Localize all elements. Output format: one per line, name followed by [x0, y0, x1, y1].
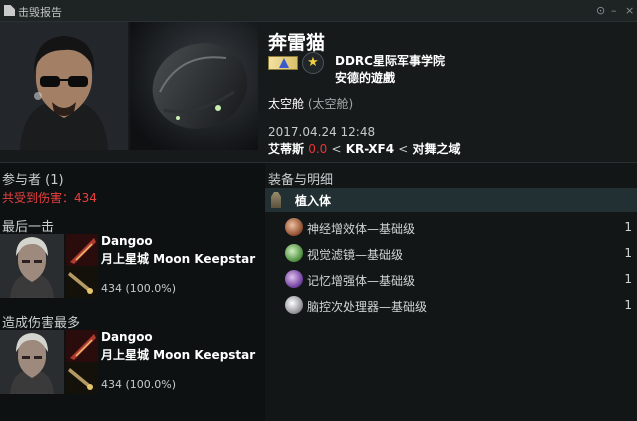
info-icon[interactable]: ⊙ [596, 4, 605, 17]
victim-ship-image[interactable] [130, 22, 258, 150]
ship-name[interactable]: 太空舱 [268, 97, 304, 111]
top-damage-attacker[interactable]: Dangoo 月上星城 Moon Keepstar 434 (100.0%) [0, 330, 264, 394]
attacker-name[interactable]: Dangoo [101, 234, 153, 248]
region-name[interactable]: 对舞之域 [413, 142, 461, 156]
item-name: 脑控次处理器—基础级 [307, 300, 428, 314]
top-damage-label: 造成伤害最多 [2, 316, 81, 331]
final-blow-label: 最后一击 [2, 220, 55, 235]
memory-augmentation-icon [285, 270, 303, 288]
victim-portrait[interactable] [0, 22, 128, 150]
minimize-icon[interactable]: – [611, 4, 617, 17]
attacker-weapon-icon[interactable] [66, 266, 98, 298]
kill-datetime: 2017.04.24 12:48 [268, 125, 376, 139]
item-name: 视觉滤镜—基础级 [307, 248, 404, 262]
corporation-logo[interactable] [268, 56, 298, 70]
item-quantity: 1 [624, 220, 632, 234]
victim-name[interactable]: 奔雷猫 [268, 28, 325, 55]
attacker-name[interactable]: Dangoo [101, 330, 153, 344]
item-name: 神经增效体—基础级 [307, 222, 416, 236]
close-icon[interactable]: × [625, 4, 634, 17]
attacker-ship-icon[interactable] [66, 330, 98, 362]
fitting-item[interactable]: 神经增效体—基础级 1 [265, 215, 637, 241]
attacker-portrait[interactable] [0, 234, 64, 298]
fitting-item[interactable]: 视觉滤镜—基础级 1 [265, 241, 637, 267]
attacker-weapon-icon[interactable] [66, 362, 98, 394]
final-blow-attacker[interactable]: Dangoo 月上星城 Moon Keepstar 434 (100.0%) [0, 234, 264, 298]
cybernetic-subprocessor-icon [285, 218, 303, 236]
ship-type: (太空舱) [307, 97, 354, 111]
title-bar: 击毁报告 ⊙ – × [0, 0, 637, 22]
item-name: 记忆增强体—基础级 [307, 274, 416, 288]
attacker-corporation[interactable]: 月上星城 Moon Keepstar [101, 250, 255, 267]
participants-title: 参与者 (1) [2, 173, 64, 188]
fitting-item[interactable]: 记忆增强体—基础级 1 [265, 267, 637, 293]
constellation-name[interactable]: KR-XF4 [346, 142, 394, 156]
neural-boost-icon [285, 296, 303, 314]
attacker-ship-icon[interactable] [66, 234, 98, 266]
alliance-logo[interactable]: ★ [302, 52, 324, 74]
implant-group-header[interactable]: 植入体 [265, 188, 637, 212]
victim-ship-line: 太空舱 (太空舱) [268, 95, 353, 112]
killmail-icon [4, 5, 15, 16]
item-quantity: 1 [624, 272, 632, 286]
alliance-name[interactable]: 安德的遊戲 [335, 69, 395, 86]
system-name[interactable]: 艾蒂斯 [268, 142, 304, 156]
item-quantity: 1 [624, 298, 632, 312]
location-separator: < [331, 142, 342, 156]
damage-taken: 共受到伤害：434 [2, 191, 97, 205]
window-title: 击毁报告 [18, 6, 62, 19]
implant-icon [271, 192, 281, 208]
attacker-corporation[interactable]: 月上星城 Moon Keepstar [101, 346, 255, 363]
attacker-portrait[interactable] [0, 330, 64, 394]
fitting-item[interactable]: 脑控次处理器—基础级 1 [265, 293, 637, 319]
group-label: 植入体 [295, 194, 332, 208]
location-separator: < [398, 142, 409, 156]
kill-location: 艾蒂斯 0.0 < KR-XF4 < 对舞之域 [268, 140, 461, 157]
security-status: 0.0 [308, 142, 328, 156]
ocular-filter-icon [285, 244, 303, 262]
attacker-damage: 434 (100.0%) [101, 378, 177, 391]
item-quantity: 1 [624, 246, 632, 260]
attacker-damage: 434 (100.0%) [101, 282, 177, 295]
corporation-name[interactable]: DDRC星际军事学院 [335, 52, 445, 69]
fitting-title: 装备与明细 [268, 173, 334, 188]
